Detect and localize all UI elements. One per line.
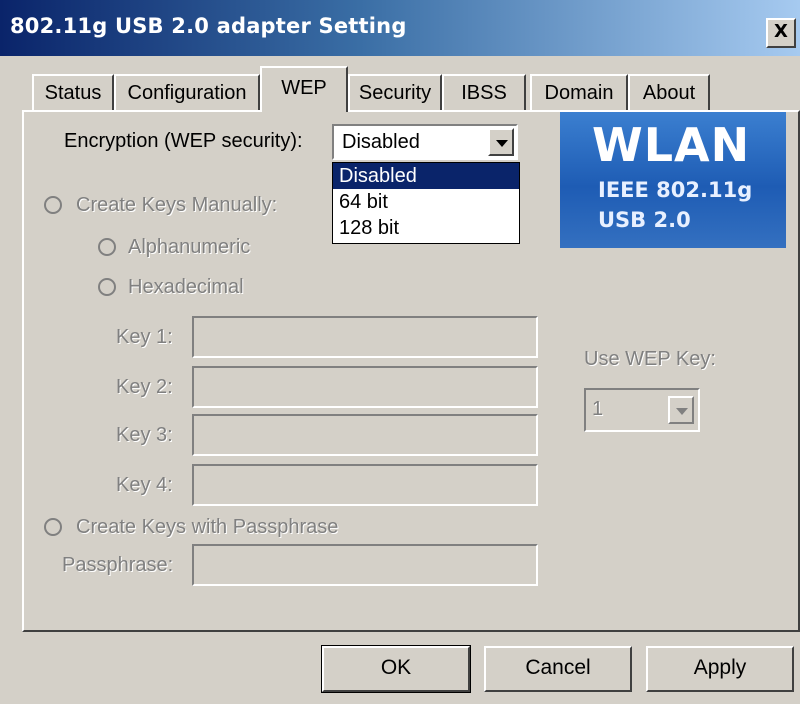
use-wep-key-select[interactable]: 1 xyxy=(584,388,700,432)
banner-line2: USB 2.0 xyxy=(598,208,691,232)
key-1-label: Key 1: xyxy=(116,326,173,348)
create-keys-manually-label: Create Keys Manually: xyxy=(76,194,278,216)
tab-configuration[interactable]: Configuration xyxy=(114,74,260,110)
dropdown-option-disabled[interactable]: Disabled xyxy=(333,163,519,189)
encryption-label: Encryption (WEP security): xyxy=(64,130,303,152)
encryption-value: Disabled xyxy=(342,131,420,153)
radio-create-keys-manually[interactable] xyxy=(44,196,62,214)
tab-domain[interactable]: Domain xyxy=(530,74,628,110)
radio-alphanumeric[interactable] xyxy=(98,238,116,256)
radio-hexadecimal[interactable] xyxy=(98,278,116,296)
banner-title: WLAN xyxy=(592,118,751,172)
use-wep-key-value: 1 xyxy=(592,398,604,420)
tab-ibss[interactable]: IBSS xyxy=(442,74,526,110)
key-3-label: Key 3: xyxy=(116,424,173,446)
dropdown-option-64-bit[interactable]: 64 bit xyxy=(333,189,519,215)
hexadecimal-label: Hexadecimal xyxy=(128,276,244,298)
key-2-input[interactable] xyxy=(192,366,538,408)
cancel-button[interactable]: Cancel xyxy=(484,646,632,692)
key-2-label: Key 2: xyxy=(116,376,173,398)
passphrase-input[interactable] xyxy=(192,544,538,586)
alphanumeric-label: Alphanumeric xyxy=(128,236,251,258)
encryption-dropdown-list: Disabled 64 bit 128 bit xyxy=(332,162,520,244)
encryption-select[interactable]: Disabled xyxy=(332,124,518,160)
key-1-input[interactable] xyxy=(192,316,538,358)
use-wep-key-label: Use WEP Key: xyxy=(584,348,716,370)
passphrase-label: Passphrase: xyxy=(62,554,174,576)
key-4-input[interactable] xyxy=(192,464,538,506)
tab-status[interactable]: Status xyxy=(32,74,114,110)
banner-line1: IEEE 802.11g xyxy=(598,178,753,202)
title-bar: 802.11g USB 2.0 adapter Setting X xyxy=(0,0,800,56)
create-keys-passphrase-label: Create Keys with Passphrase xyxy=(76,516,339,538)
close-icon: X xyxy=(774,21,788,42)
chevron-down-icon[interactable] xyxy=(668,396,694,424)
wlan-banner-logo: WLAN IEEE 802.11g USB 2.0 xyxy=(560,112,786,248)
radio-create-keys-passphrase[interactable] xyxy=(44,518,62,536)
tab-about[interactable]: About xyxy=(628,74,710,110)
chevron-down-icon[interactable] xyxy=(488,128,514,156)
tab-wep[interactable]: WEP xyxy=(260,66,348,112)
ok-button[interactable]: OK xyxy=(321,645,471,693)
window-title: 802.11g USB 2.0 adapter Setting xyxy=(10,14,407,38)
key-3-input[interactable] xyxy=(192,414,538,456)
key-4-label: Key 4: xyxy=(116,474,173,496)
dropdown-option-128-bit[interactable]: 128 bit xyxy=(333,215,519,241)
apply-button[interactable]: Apply xyxy=(646,646,794,692)
tab-security[interactable]: Security xyxy=(348,74,442,110)
close-button[interactable]: X xyxy=(766,18,796,48)
